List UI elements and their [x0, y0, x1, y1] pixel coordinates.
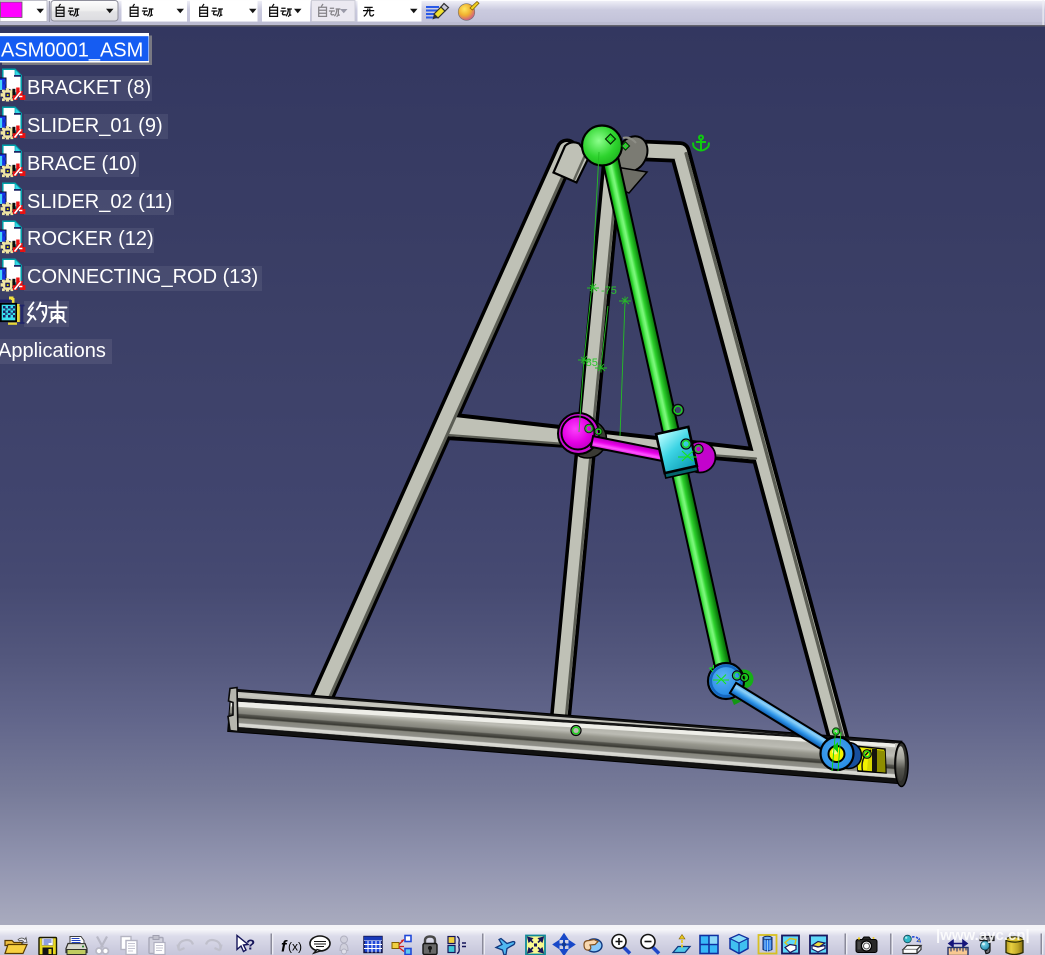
svg-text:CONNECTING_ROD (13): CONNECTING_ROD (13)	[27, 266, 258, 288]
svg-text:?: ?	[246, 937, 255, 954]
svg-text:-85: -85	[582, 357, 598, 369]
svg-text:|www.ayc.cn|: |www.ayc.cn|	[936, 927, 1030, 944]
svg-text:SLIDER_02 (11): SLIDER_02 (11)	[27, 191, 172, 213]
svg-text:(x): (x)	[288, 940, 302, 954]
svg-text:Applications: Applications	[0, 340, 106, 362]
svg-text:-75: -75	[601, 285, 617, 297]
svg-text:BRACKET (8): BRACKET (8)	[27, 77, 151, 99]
svg-text:ROCKER (12): ROCKER (12)	[27, 228, 154, 250]
svg-text:SLIDER_01 (9): SLIDER_01 (9)	[27, 115, 163, 137]
svg-text:BRACE (10): BRACE (10)	[27, 153, 137, 175]
svg-text:ASM0001_ASM: ASM0001_ASM	[1, 40, 143, 62]
